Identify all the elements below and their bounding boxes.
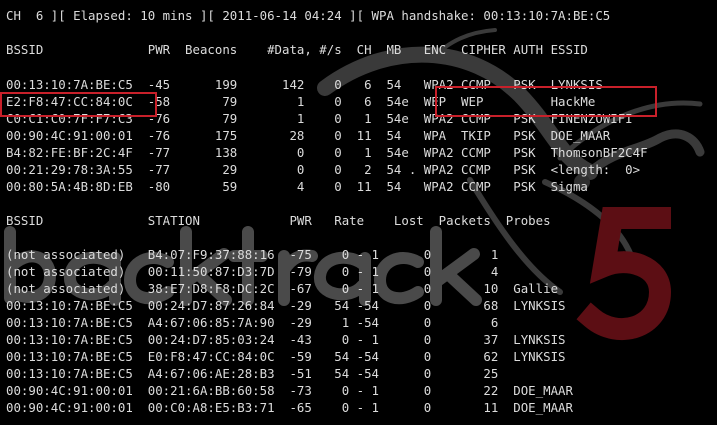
ap-row: B4:82:FE:BF:2C:4F -77 138 0 0 1 54e WPA2… bbox=[6, 145, 648, 160]
ap-row: 00:80:5A:4B:8D:EB -80 59 4 0 11 54 WPA2 … bbox=[6, 179, 588, 194]
ap-row: 00:21:29:78:3A:55 -77 29 0 0 2 54 . WPA2… bbox=[6, 162, 641, 177]
encryption-essid-highlight-box bbox=[435, 86, 657, 117]
station-row: 00:13:10:7A:BE:C5 A4:67:06:AE:28:B3 -51 … bbox=[6, 366, 499, 381]
station-row: 00:90:4C:91:00:01 00:C0:A8:E5:B3:71 -65 … bbox=[6, 400, 573, 415]
station-row: (not associated) 00:11:50:87:D3:7D -79 0… bbox=[6, 264, 499, 279]
station-row: 00:90:4C:91:00:01 00:21:6A:BB:60:58 -73 … bbox=[6, 383, 573, 398]
bssid-highlight-box bbox=[0, 92, 157, 117]
station-table-header: BSSID STATION PWR Rate Lost Packets Prob… bbox=[6, 213, 551, 228]
ap-table-header: BSSID PWR Beacons #Data, #/s CH MB ENC C… bbox=[6, 42, 588, 57]
station-row: 00:13:10:7A:BE:C5 A4:67:06:85:7A:90 -29 … bbox=[6, 315, 499, 330]
station-row: 00:13:10:7A:BE:C5 00:24:D7:85:03:24 -43 … bbox=[6, 332, 566, 347]
station-row: 00:13:10:7A:BE:C5 00:24:D7:87:26:84 -29 … bbox=[6, 298, 566, 313]
status-line: CH 6 ][ Elapsed: 10 mins ][ 2011-06-14 0… bbox=[6, 8, 611, 23]
station-row: 00:13:10:7A:BE:C5 E0:F8:47:CC:84:0C -59 … bbox=[6, 349, 566, 364]
station-row: (not associated) B4:07:F9:37:88:16 -75 0… bbox=[6, 247, 499, 262]
station-row: (not associated) 38:E7:D8:F8:DC:2C -67 0… bbox=[6, 281, 559, 296]
ap-row: 00:90:4C:91:00:01 -76 175 28 0 11 54 WPA… bbox=[6, 128, 611, 143]
backtrack-version-glyph bbox=[576, 207, 672, 340]
